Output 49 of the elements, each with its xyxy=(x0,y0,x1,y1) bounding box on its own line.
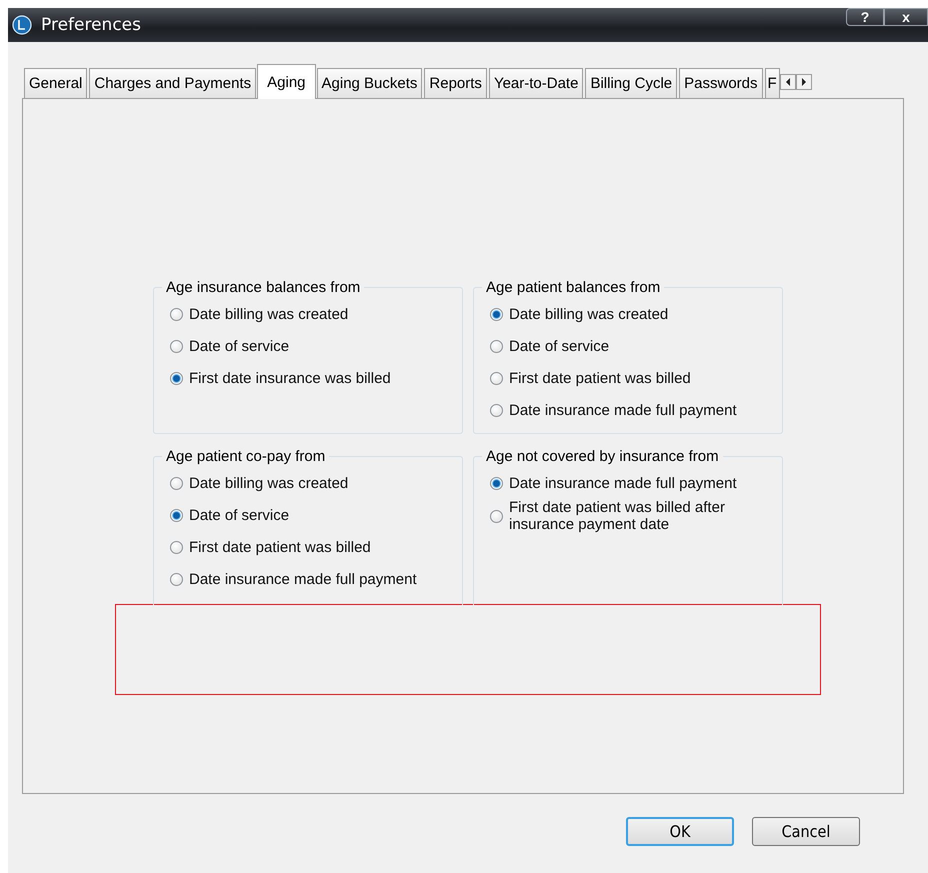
tab[interactable]: General xyxy=(24,68,88,98)
radio-button[interactable] xyxy=(490,372,503,384)
triangle-left-icon xyxy=(784,78,790,86)
scroll-right-button[interactable] xyxy=(796,74,812,90)
option-label: Date billing was created xyxy=(509,306,668,322)
option-label: First date patient was billed xyxy=(189,538,371,556)
group-title: Age patient balances from xyxy=(485,279,662,296)
option-label: Date of service xyxy=(189,338,290,354)
group-title: Age not covered by insurance from xyxy=(485,448,720,465)
radio-button[interactable] xyxy=(170,572,183,586)
triangle-right-icon xyxy=(800,78,806,86)
option-label: Date billing was created xyxy=(189,306,348,322)
window-title: Preferences xyxy=(41,15,141,35)
radio-button[interactable] xyxy=(170,372,183,384)
tab[interactable]: Charges and Payments xyxy=(89,68,256,98)
cancel-button[interactable]: Cancel xyxy=(752,817,860,846)
option-label: First date patient was billed after insurance payment date xyxy=(509,499,726,533)
group-title: Age patient co-pay from xyxy=(165,448,326,465)
group-title: Age insurance balances from xyxy=(165,279,362,296)
option-label: Date of service xyxy=(189,506,290,524)
ok-button[interactable]: OK xyxy=(626,817,734,846)
app-logo-icon xyxy=(12,15,32,35)
radio-button[interactable] xyxy=(170,476,183,490)
scroll-left-button[interactable] xyxy=(780,74,796,90)
tab[interactable]: Aging xyxy=(257,64,316,99)
radio-button[interactable] xyxy=(490,476,503,490)
radio-button[interactable] xyxy=(490,308,503,320)
tab[interactable]: Passwords xyxy=(679,68,762,98)
radio-button[interactable] xyxy=(170,340,183,352)
radio-button[interactable] xyxy=(490,404,503,416)
option-label: Date insurance made full payment xyxy=(509,402,737,418)
option-label: First date insurance was billed xyxy=(189,370,391,386)
close-button[interactable]: x xyxy=(884,8,928,26)
option-label: First date patient was billed xyxy=(509,370,691,386)
tab[interactable]: Billing Cycle xyxy=(585,68,678,98)
tab[interactable]: F xyxy=(764,68,780,98)
radio-button[interactable] xyxy=(170,508,183,522)
option-label: Date insurance made full payment xyxy=(189,570,417,588)
radio-button[interactable] xyxy=(490,340,503,352)
option-label: Date billing was created xyxy=(189,474,348,492)
radio-button[interactable] xyxy=(170,308,183,320)
option-label: Date of service xyxy=(509,338,610,354)
help-button[interactable]: ? xyxy=(846,8,884,26)
option-label: Date insurance made full payment xyxy=(509,474,737,492)
radio-button[interactable] xyxy=(170,540,183,554)
radio-button[interactable] xyxy=(490,510,503,522)
tab[interactable]: Reports xyxy=(424,68,487,98)
tab[interactable]: Aging Buckets xyxy=(316,68,422,98)
tab[interactable]: Year-to-Date xyxy=(488,68,584,98)
